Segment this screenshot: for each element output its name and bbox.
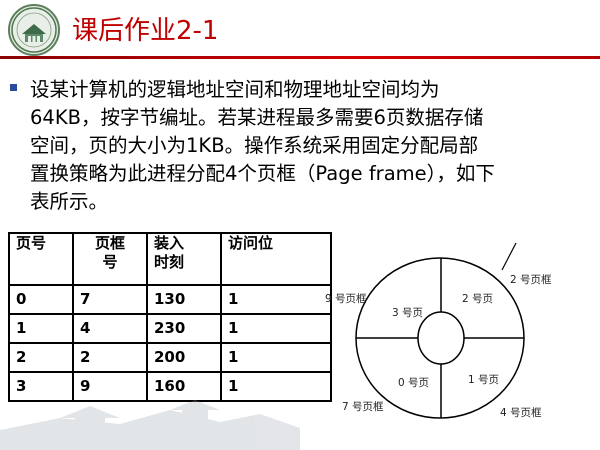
inner-ring	[417, 311, 465, 365]
cell-access-bit: 1	[220, 313, 332, 344]
inner-bottom-right-label: 1 号页	[468, 374, 499, 386]
header-load-time: 装入 时刻	[146, 232, 222, 286]
cell-page: 1	[8, 313, 74, 344]
university-logo	[8, 4, 60, 56]
table-header-row: 页号 页框 号 装入 时刻 访问位	[8, 232, 332, 286]
outer-top-left-label: 9 号页框	[325, 292, 367, 305]
bullet-marker	[10, 84, 17, 91]
inner-top-right-label: 2 号页	[462, 293, 493, 305]
cell-page: 0	[8, 284, 74, 315]
paragraph-line: 表所示。	[30, 190, 109, 213]
outer-bottom-left-label: 7 号页框	[342, 400, 384, 413]
cell-access-bit: 1	[220, 284, 332, 315]
inner-bottom-left-label: 0 号页	[398, 377, 429, 389]
pointer-line	[501, 242, 517, 271]
header-frame-number: 页框 号	[72, 232, 148, 286]
paragraph-line: 64KB，按字节编址。若某进程最多需要6页数据存储	[30, 106, 484, 129]
paragraph-line: 空间，页的大小为1KB。操作系统采用固定分配局部	[30, 134, 479, 157]
header-page-number: 页号	[8, 232, 74, 286]
ring-buffer-diagram: 3 号页 2 号页 0 号页 1 号页 9 号页框 2 号页框 7 号页框 4 …	[325, 242, 552, 419]
cell-frame: 2	[72, 342, 148, 373]
table-row: 0 7 130 1	[8, 284, 332, 315]
paragraph-line: 置换策略为此进程分配4个页框（Page frame），如下	[30, 162, 495, 185]
cell-frame: 4	[72, 313, 148, 344]
problem-paragraph: 设某计算机的逻辑地址空间和物理地址空间均为 64KB，按字节编址。若某进程最多需…	[30, 76, 590, 216]
cell-frame: 7	[72, 284, 148, 315]
outer-bottom-right-label: 4 号页框	[500, 406, 542, 419]
paragraph-line: 设某计算机的逻辑地址空间和物理地址空间均为	[30, 78, 440, 101]
cell-load-time: 230	[146, 313, 222, 344]
table-row: 2 2 200 1	[8, 342, 332, 373]
cell-load-time: 130	[146, 284, 222, 315]
cell-load-time: 200	[146, 342, 222, 373]
table-row: 1 4 230 1	[8, 313, 332, 344]
outer-top-right-label: 2 号页框	[510, 273, 552, 286]
title-divider	[0, 56, 600, 59]
cell-access-bit: 1	[220, 342, 332, 373]
cell-page: 2	[8, 342, 74, 373]
slide-title: 课后作业2-1	[72, 16, 219, 46]
header-access-bit: 访问位	[220, 232, 332, 286]
inner-top-left-label: 3 号页	[392, 307, 423, 319]
slide-header: 课后作业2-1	[0, 0, 600, 60]
